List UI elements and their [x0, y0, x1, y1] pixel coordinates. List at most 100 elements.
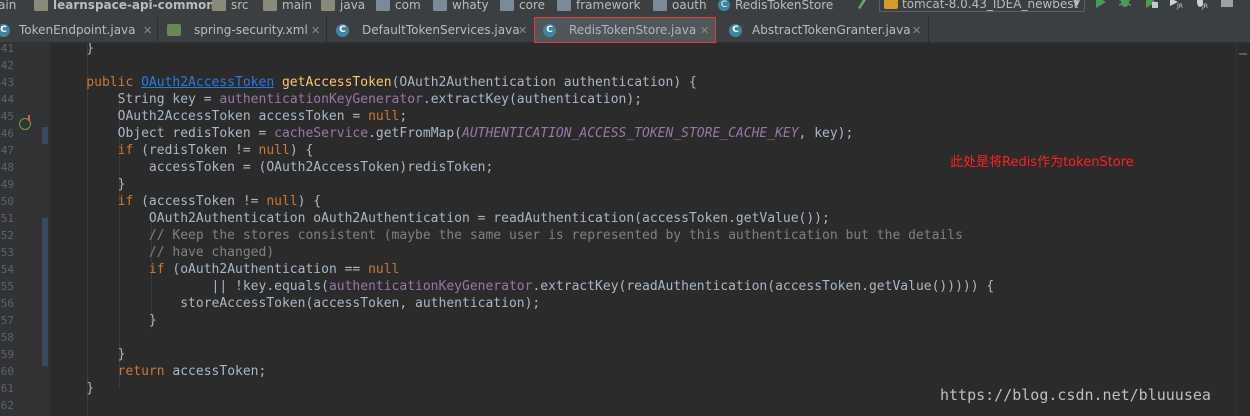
- code-editor[interactable]: } public OAuth2AccessToken getAccessToke…: [55, 43, 1250, 416]
- code-line: accessToken = (OAuth2AccessToken)redisTo…: [55, 159, 493, 176]
- code-token: OAuth2AccessToken accessToken =: [55, 109, 369, 124]
- code-token: (redisToken !=: [141, 143, 259, 158]
- package-icon: [557, 0, 571, 11]
- code-token: storeAccessToken(accessToken, authentica…: [55, 296, 541, 311]
- code-line: }: [55, 43, 94, 57]
- tab-default-token-services[interactable]: C DefaultTokenServices.java ✕: [327, 17, 534, 43]
- code-line: String key = authenticationKeyGenerator.…: [55, 91, 642, 108]
- stop-icon[interactable]: [1219, 0, 1235, 10]
- code-token: String key =: [55, 92, 220, 107]
- line-number: 61: [0, 382, 14, 395]
- close-icon[interactable]: ✕: [518, 24, 527, 37]
- code-token: // have changed): [55, 245, 275, 260]
- close-icon[interactable]: ✕: [311, 24, 320, 37]
- breadcrumb-label: oauth: [672, 0, 707, 12]
- class-icon: C: [729, 23, 742, 37]
- breadcrumb-item[interactable]: java: [321, 0, 365, 15]
- error-stripe[interactable]: [1236, 43, 1250, 416]
- line-number: 43: [0, 76, 14, 89]
- line-number: 51: [0, 212, 14, 225]
- breadcrumb-label: src: [231, 0, 249, 12]
- tab-abstract-token-granter[interactable]: C AbstractTokenGranter.java ✕: [716, 17, 928, 43]
- code-token: Object redisToken =: [55, 126, 275, 141]
- debug-icon[interactable]: [1117, 0, 1133, 10]
- breadcrumb-item[interactable]: C RedisTokenStore: [718, 0, 833, 15]
- line-number: 45: [0, 110, 14, 123]
- coverage-icon[interactable]: [1143, 0, 1159, 10]
- tab-label: TokenEndpoint.java: [19, 23, 136, 37]
- tab-spring-security-xml[interactable]: spring-security.xml ✕: [158, 17, 326, 43]
- code-token: , key);: [798, 126, 854, 141]
- code-line: }: [55, 346, 126, 363]
- run-icon[interactable]: [1093, 0, 1109, 10]
- package-icon: [500, 0, 514, 11]
- code-token: if: [55, 194, 142, 209]
- code-token: ;: [399, 109, 408, 124]
- package-icon: [653, 0, 667, 11]
- code-token: public: [55, 75, 142, 90]
- build-icon[interactable]: [856, 0, 872, 10]
- close-icon[interactable]: ✕: [700, 24, 709, 37]
- jrebel-debug-icon[interactable]: JR: [1193, 0, 1209, 10]
- code-token: ) {: [297, 194, 322, 209]
- breadcrumb-label: main: [282, 0, 312, 12]
- code-token: (accessToken !=: [141, 194, 267, 209]
- type-link[interactable]: OAuth2AccessToken: [141, 75, 274, 90]
- close-icon[interactable]: ✕: [143, 24, 152, 37]
- breadcrumb-item[interactable]: ain: [0, 0, 16, 15]
- line-number: 58: [0, 331, 14, 344]
- run-configuration-select[interactable]: tomcat-8.0.43_IDEA_newbest ▼: [879, 0, 1085, 12]
- code-line: if (oAuth2Authentication == null: [55, 261, 399, 278]
- line-number: 50: [0, 195, 14, 208]
- line-number: 56: [0, 297, 14, 310]
- breadcrumb-item[interactable]: com: [376, 0, 421, 15]
- code-token: null: [258, 143, 290, 158]
- breadcrumb-item[interactable]: learnspace-api-common: [34, 0, 215, 15]
- breadcrumb-item[interactable]: core: [500, 0, 545, 15]
- code-token: return: [55, 364, 173, 379]
- line-number: 49: [0, 178, 14, 191]
- code-token: null: [368, 109, 400, 124]
- folder-icon: [212, 0, 226, 11]
- breadcrumb-item[interactable]: src: [212, 0, 249, 15]
- code-line: if (accessToken != null) {: [55, 193, 322, 210]
- code-line: // Keep the stores consistent (maybe the…: [55, 227, 963, 244]
- breadcrumb-label: framework: [576, 0, 641, 12]
- breadcrumb-item[interactable]: framework: [557, 0, 641, 15]
- package-icon: [433, 0, 447, 11]
- change-marker[interactable]: [42, 218, 48, 366]
- chevron-down-icon: ▼: [1073, 0, 1080, 9]
- code-token: getAccessToken: [281, 75, 392, 90]
- line-number: 62: [0, 399, 14, 412]
- close-icon[interactable]: ✕: [912, 24, 921, 37]
- breadcrumb-label: whaty: [452, 0, 489, 12]
- breadcrumb-label: ain: [0, 0, 17, 12]
- code-token: .extractKey(authentication);: [422, 92, 643, 107]
- code-token: null: [368, 262, 400, 277]
- code-token: .getFromMap(: [368, 126, 462, 141]
- change-marker[interactable]: [42, 127, 48, 144]
- svg-text:JR: JR: [1176, 3, 1183, 10]
- code-token: }: [55, 381, 95, 396]
- tab-redis-token-store[interactable]: C RedisTokenStore.java ✕: [535, 17, 715, 43]
- code-line: }: [55, 380, 94, 397]
- tomcat-icon: [884, 0, 898, 9]
- breadcrumb-label: RedisTokenStore: [735, 0, 834, 12]
- breadcrumb-item[interactable]: main: [263, 0, 312, 15]
- breadcrumb-item[interactable]: oauth: [653, 0, 707, 15]
- code-token: (oAuth2Authentication ==: [172, 262, 369, 277]
- breadcrumb-item[interactable]: whaty: [433, 0, 489, 15]
- code-token: (OAuth2Authentication authentication) {: [391, 75, 697, 90]
- error-stripe-mark[interactable]: [1239, 53, 1247, 55]
- line-number: 53: [0, 246, 14, 259]
- tab-token-endpoint[interactable]: C TokenEndpoint.java ✕: [0, 17, 157, 43]
- module-icon: [34, 0, 48, 11]
- override-method-icon[interactable]: [19, 115, 31, 130]
- jrebel-icon[interactable]: JR: [1168, 0, 1184, 10]
- code-line: storeAccessToken(accessToken, authentica…: [55, 295, 540, 312]
- breadcrumb-label: core: [519, 0, 545, 12]
- code-token: authenticationKeyGenerator: [328, 279, 533, 294]
- annotation-note: 此处是将Redis作为tokenStore: [950, 155, 1134, 170]
- code-line: }: [55, 312, 157, 329]
